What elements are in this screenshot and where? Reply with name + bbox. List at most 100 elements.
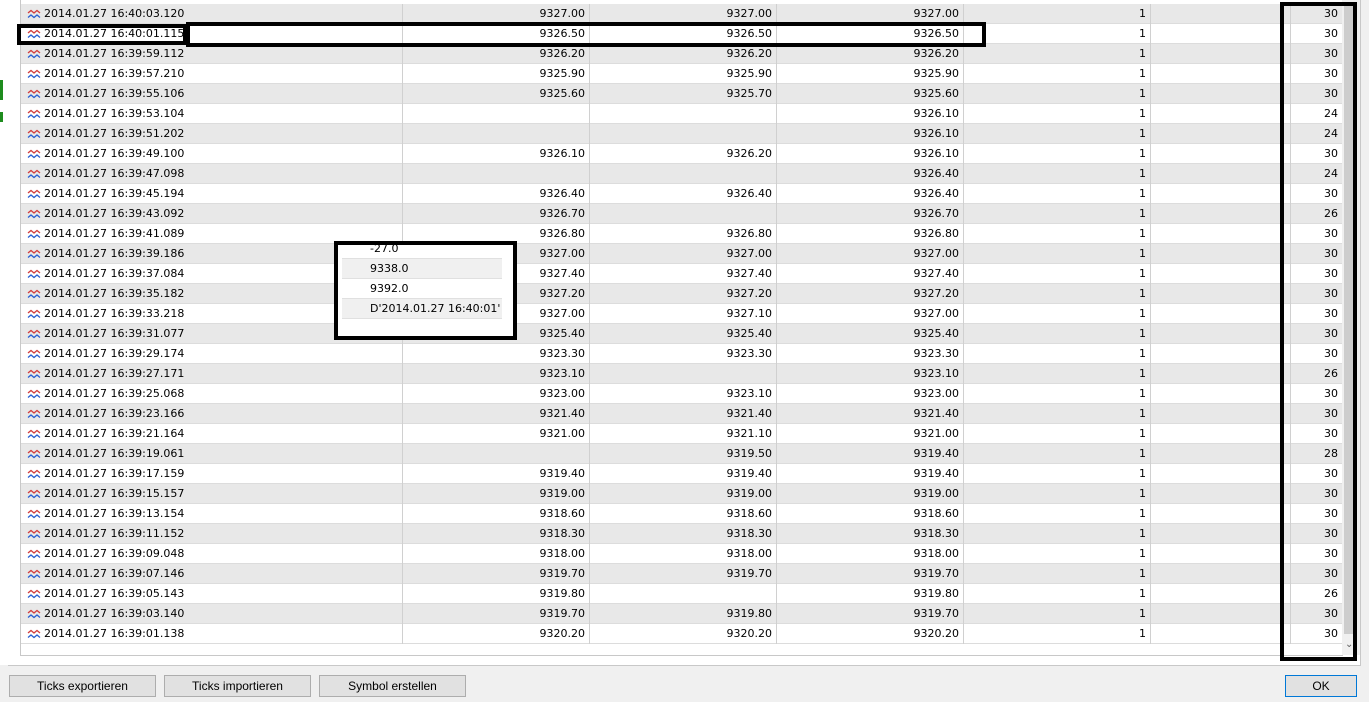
- tick-wave-icon: [27, 209, 41, 219]
- table-row[interactable]: 2014.01.27 16:40:03.120 9327.00 9327.00 932…: [21, 4, 1343, 24]
- table-row[interactable]: 2014.01.27 16:39:47.098 9326.40 1 24: [21, 164, 1343, 184]
- bid-cell: 9318.00: [403, 544, 590, 564]
- last-cell: 9320.20: [777, 624, 964, 644]
- time-cell: 2014.01.27 16:39:49.100: [21, 144, 403, 164]
- time-text: 2014.01.27 16:39:25.068: [44, 387, 185, 400]
- table-row[interactable]: 2014.01.27 16:39:27.171 9323.10 9323.10 1 26: [21, 364, 1343, 384]
- empty-cell: [1151, 284, 1291, 304]
- bid-cell: 9319.70: [403, 564, 590, 584]
- volume-cell: 1: [964, 124, 1151, 144]
- table-row[interactable]: 2014.01.27 16:39:39.186 9327.00 9327.00 932…: [21, 244, 1343, 264]
- table-row[interactable]: 2014.01.27 16:39:01.138 9320.20 9320.20 932…: [21, 624, 1343, 644]
- last-cell: 9327.20: [777, 284, 964, 304]
- tick-wave-icon: [27, 309, 41, 319]
- table-row[interactable]: 2014.01.27 16:39:33.218 9327.00 9327.10 932…: [21, 304, 1343, 324]
- table-row[interactable]: 2014.01.27 16:39:11.152 9318.30 9318.30 931…: [21, 524, 1343, 544]
- table-row[interactable]: 2014.01.27 16:39:55.106 9325.60 9325.70 932…: [21, 84, 1343, 104]
- bid-cell: [403, 164, 590, 184]
- table-row[interactable]: 2014.01.27 16:39:25.068 9323.00 9323.10 932…: [21, 384, 1343, 404]
- table-row[interactable]: 2014.01.27 16:39:51.202 9326.10 1 24: [21, 124, 1343, 144]
- time-text: 2014.01.27 16:39:41.089: [44, 227, 185, 240]
- bid-cell: 9321.40: [403, 404, 590, 424]
- time-cell: 2014.01.27 16:39:27.171: [21, 364, 403, 384]
- table-row[interactable]: 2014.01.27 16:39:17.159 9319.40 9319.40 931…: [21, 464, 1343, 484]
- volume-cell: 1: [964, 284, 1151, 304]
- table-row[interactable]: 2014.01.27 16:39:31.077 9325.40 9325.40 932…: [21, 324, 1343, 344]
- last-cell: 9326.10: [777, 104, 964, 124]
- last-cell: 9318.00: [777, 544, 964, 564]
- ask-cell: 9325.40: [590, 324, 777, 344]
- table-row[interactable]: 2014.01.27 16:39:43.092 9326.70 9326.70 1 26: [21, 204, 1343, 224]
- volume-cell: 1: [964, 584, 1151, 604]
- table-row[interactable]: 2014.01.27 16:39:35.182 9327.20 9327.20 932…: [21, 284, 1343, 304]
- last-cell: 9325.90: [777, 64, 964, 84]
- last-cell: 9318.60: [777, 504, 964, 524]
- volume-cell: 1: [964, 144, 1151, 164]
- empty-cell: [1151, 384, 1291, 404]
- tick-wave-icon: [27, 49, 41, 59]
- table-row[interactable]: 2014.01.27 16:39:23.166 9321.40 9321.40 932…: [21, 404, 1343, 424]
- tick-wave-icon: [27, 69, 41, 79]
- table-row[interactable]: 2014.01.27 16:39:09.048 9318.00 9318.00 931…: [21, 544, 1343, 564]
- empty-cell: [1151, 624, 1291, 644]
- time-text: 2014.01.27 16:39:51.202: [44, 127, 185, 140]
- last-cell: 9319.00: [777, 484, 964, 504]
- table-row[interactable]: 2014.01.27 16:39:41.089 9326.80 9326.80 932…: [21, 224, 1343, 244]
- empty-cell: [1151, 464, 1291, 484]
- export-ticks-button[interactable]: Ticks exportieren: [9, 675, 156, 697]
- time-text: 2014.01.27 16:39:57.210: [44, 67, 185, 80]
- ask-cell: 9318.00: [590, 544, 777, 564]
- table-row[interactable]: 2014.01.27 16:39:07.146 9319.70 9319.70 931…: [21, 564, 1343, 584]
- last-cell: 9326.10: [777, 144, 964, 164]
- table-row[interactable]: 2014.01.27 16:39:03.140 9319.70 9319.80 931…: [21, 604, 1343, 624]
- last-cell: 9323.00: [777, 384, 964, 404]
- table-row[interactable]: 2014.01.27 16:39:15.157 9319.00 9319.00 931…: [21, 484, 1343, 504]
- bid-cell: 9326.10: [403, 144, 590, 164]
- table-row[interactable]: 2014.01.27 16:39:59.112 9326.20 9326.20 932…: [21, 44, 1343, 64]
- green-marker: [0, 112, 3, 122]
- last-cell: 9319.70: [777, 604, 964, 624]
- table-row[interactable]: 2014.01.27 16:39:45.194 9326.40 9326.40 932…: [21, 184, 1343, 204]
- time-cell: 2014.01.27 16:40:03.120: [21, 4, 403, 24]
- ask-cell: 9319.50: [590, 444, 777, 464]
- ask-cell: 9327.00: [590, 244, 777, 264]
- ask-cell: 9319.00: [590, 484, 777, 504]
- time-text: 2014.01.27 16:39:39.186: [44, 247, 185, 260]
- highlight-price-row: [186, 22, 986, 47]
- ticks-table[interactable]: 2014.01.27 16:40:03.120 9327.00 9327.00 932…: [20, 0, 1343, 656]
- table-row[interactable]: 2014.01.27 16:39:53.104 9326.10 1 24: [21, 104, 1343, 124]
- table-row[interactable]: 2014.01.27 16:39:21.164 9321.00 9321.10 932…: [21, 424, 1343, 444]
- last-cell: 9318.30: [777, 524, 964, 544]
- table-row[interactable]: 2014.01.27 16:39:13.154 9318.60 9318.60 931…: [21, 504, 1343, 524]
- time-text: 2014.01.27 16:39:03.140: [44, 607, 185, 620]
- last-cell: 9327.00: [777, 244, 964, 264]
- bid-cell: [403, 104, 590, 124]
- table-row[interactable]: 2014.01.27 16:39:29.174 9323.30 9323.30 932…: [21, 344, 1343, 364]
- table-row[interactable]: 2014.01.27 16:39:37.084 9327.40 9327.40 932…: [21, 264, 1343, 284]
- tick-wave-icon: [27, 409, 41, 419]
- tick-wave-icon: [27, 129, 41, 139]
- empty-cell: [1151, 144, 1291, 164]
- empty-cell: [1151, 4, 1291, 24]
- table-row[interactable]: 2014.01.27 16:39:49.100 9326.10 9326.20 932…: [21, 144, 1343, 164]
- bid-cell: 9323.30: [403, 344, 590, 364]
- last-cell: 9327.00: [777, 4, 964, 24]
- time-cell: 2014.01.27 16:39:21.164: [21, 424, 403, 444]
- empty-cell: [1151, 44, 1291, 64]
- table-row[interactable]: 2014.01.27 16:39:57.210 9325.90 9325.90 932…: [21, 64, 1343, 84]
- ask-cell: 9323.10: [590, 384, 777, 404]
- bid-cell: [403, 444, 590, 464]
- table-row[interactable]: 2014.01.27 16:39:05.143 9319.80 9319.80 1 26: [21, 584, 1343, 604]
- tick-wave-icon: [27, 509, 41, 519]
- time-cell: 2014.01.27 16:39:09.048: [21, 544, 403, 564]
- ask-cell: 9327.40: [590, 264, 777, 284]
- bid-cell: 9318.30: [403, 524, 590, 544]
- table-row[interactable]: 2014.01.27 16:39:19.061 9319.50 9319.40 1 28: [21, 444, 1343, 464]
- ok-button[interactable]: OK: [1285, 675, 1357, 697]
- empty-cell: [1151, 524, 1291, 544]
- time-cell: 2014.01.27 16:39:05.143: [21, 584, 403, 604]
- empty-cell: [1151, 404, 1291, 424]
- import-ticks-button[interactable]: Ticks importieren: [164, 675, 311, 697]
- volume-cell: 1: [964, 484, 1151, 504]
- create-symbol-button[interactable]: Symbol erstellen: [319, 675, 466, 697]
